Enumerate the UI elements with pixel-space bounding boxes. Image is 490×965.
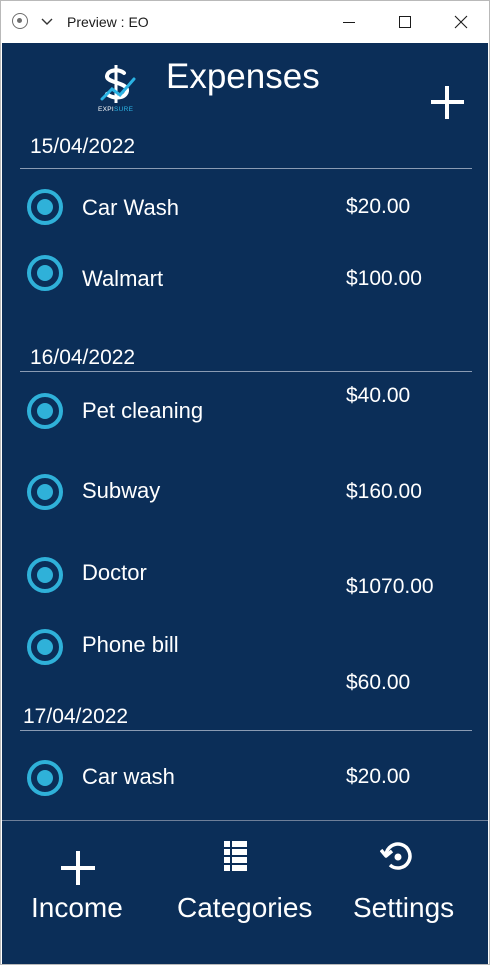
history-icon — [380, 842, 412, 870]
divider — [20, 371, 472, 372]
minimize-icon — [343, 22, 355, 23]
expense-name: Phone bill — [82, 632, 179, 657]
chevron-down-icon[interactable] — [39, 11, 55, 31]
expense-radio[interactable] — [27, 393, 63, 429]
date-header: 17/04/2022 — [23, 705, 129, 728]
expense-name: Car wash — [82, 764, 175, 789]
divider — [20, 730, 472, 731]
expense-name: Pet cleaning — [82, 398, 204, 423]
nav-categories-label: Categories — [177, 892, 313, 923]
expense-radio[interactable] — [27, 255, 63, 291]
page-title: Expenses — [166, 57, 320, 96]
expense-amount: $100.00 — [346, 267, 422, 290]
nav-settings-label: Settings — [353, 892, 455, 923]
expense-name: Doctor — [82, 560, 147, 585]
nav-income-label: Income — [31, 892, 123, 923]
expense-amount: $1070.00 — [346, 575, 434, 598]
expense-radio[interactable] — [27, 760, 63, 796]
nav-categories[interactable]: Categories — [172, 821, 322, 963]
add-expense-button[interactable] — [428, 83, 468, 123]
close-icon — [454, 15, 468, 29]
expense-name: Subway — [82, 478, 161, 503]
expense-amount: $160.00 — [346, 480, 422, 503]
expenses-app: EXPISURE Expenses 15/04/2022 Car Wash $2… — [2, 43, 488, 964]
list-icon — [224, 841, 247, 871]
title-bar[interactable]: Preview : EO — [1, 1, 489, 43]
expense-radio[interactable] — [27, 557, 63, 593]
expense-amount: $20.00 — [346, 195, 411, 218]
close-button[interactable] — [433, 1, 489, 43]
expense-radio[interactable] — [27, 189, 63, 225]
logo-wordmark: EXPISURE — [98, 106, 134, 113]
expense-amount: $40.00 — [346, 384, 411, 407]
expense-radio[interactable] — [27, 474, 63, 510]
maximize-icon — [399, 16, 411, 28]
nav-income[interactable]: Income — [22, 821, 142, 963]
nav-settings[interactable]: Settings — [348, 821, 478, 963]
minimize-button[interactable] — [321, 1, 377, 43]
date-header: 15/04/2022 — [30, 135, 136, 158]
app-icon[interactable] — [12, 13, 28, 29]
expense-name: Car Wash — [82, 195, 179, 220]
plus-icon — [61, 851, 95, 885]
expense-amount: $60.00 — [346, 671, 411, 694]
divider — [20, 168, 472, 169]
maximize-button[interactable] — [377, 1, 433, 43]
expense-radio[interactable] — [27, 629, 63, 665]
app-window: Preview : EO EXPISURE Expenses 15/04/202… — [0, 0, 490, 965]
window-title: Preview : EO — [67, 14, 149, 30]
date-header: 16/04/2022 — [30, 346, 136, 369]
expense-name: Walmart — [82, 266, 164, 291]
expense-amount: $20.00 — [346, 765, 411, 788]
